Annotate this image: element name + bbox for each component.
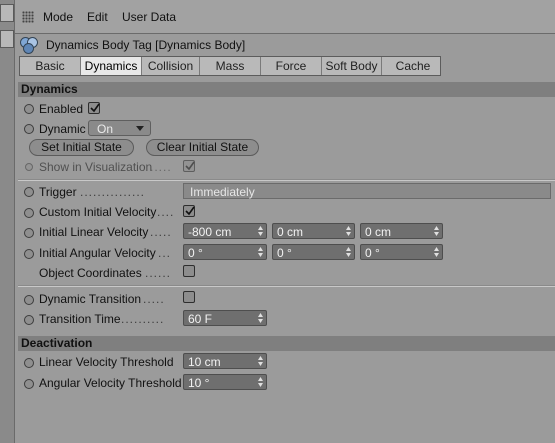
- linear-velocity-y-value: 0 cm: [277, 225, 304, 239]
- initial-angular-velocity-dots: ...: [158, 246, 172, 260]
- stepper-arrows-icon[interactable]: [434, 247, 439, 257]
- section-deactivation-header: Deactivation: [18, 336, 555, 351]
- menu-edit[interactable]: Edit: [87, 10, 108, 24]
- linear-velocity-x-value: -800 cm: [188, 225, 232, 239]
- stepper-arrows-icon[interactable]: [258, 226, 263, 236]
- stepper-arrows-icon[interactable]: [258, 313, 263, 323]
- transition-time-field[interactable]: 60 F: [183, 310, 267, 326]
- checkmark-icon: [185, 206, 195, 216]
- object-coordinates-dots: ......: [145, 266, 172, 280]
- stepper-arrows-icon[interactable]: [346, 247, 351, 257]
- show-in-visualization-dots: .....: [150, 160, 172, 174]
- stepper-arrows-icon[interactable]: [258, 247, 263, 257]
- enabled-checkbox[interactable]: [88, 102, 100, 114]
- checkmark-icon: [185, 161, 195, 171]
- angular-velocity-threshold-value: 10 °: [188, 376, 210, 390]
- dynamics-body-tag-icon: [20, 37, 40, 54]
- left-toolbar-strip: [0, 0, 15, 443]
- initial-linear-velocity-label: Initial Linear Velocity: [39, 225, 149, 239]
- custom-initial-velocity-animate-radio[interactable]: [24, 208, 34, 218]
- angular-velocity-threshold-label: Angular Velocity Threshold: [39, 376, 182, 390]
- initial-linear-velocity-animate-radio[interactable]: [24, 228, 34, 238]
- trigger-value: Immediately: [190, 185, 255, 199]
- angular-velocity-z-field[interactable]: 0 °: [360, 244, 443, 260]
- enabled-label: Enabled: [39, 102, 84, 116]
- dynamic-dropdown[interactable]: On: [88, 120, 151, 136]
- clear-initial-state-button[interactable]: Clear Initial State: [146, 139, 259, 156]
- trigger-dropdown[interactable]: Immediately: [183, 183, 551, 199]
- linear-velocity-threshold-field[interactable]: 10 cm: [183, 353, 267, 369]
- angular-velocity-x-value: 0 °: [188, 246, 203, 260]
- show-in-visualization-label: Show in Visualization: [39, 160, 153, 174]
- enabled-animate-radio[interactable]: [24, 104, 34, 114]
- left-toolbar-button[interactable]: [0, 4, 14, 22]
- stepper-arrows-icon[interactable]: [346, 226, 351, 236]
- chevron-down-icon: [136, 126, 144, 131]
- tab-basic[interactable]: Basic: [20, 57, 81, 75]
- divider: [18, 179, 555, 181]
- stepper-arrows-icon[interactable]: [258, 356, 263, 366]
- tab-mass[interactable]: Mass: [200, 57, 261, 75]
- grip-icon[interactable]: [22, 11, 34, 23]
- custom-initial-velocity-checkbox[interactable]: [183, 205, 195, 217]
- custom-initial-velocity-label: Custom Initial Velocity: [39, 205, 157, 219]
- menu-mode[interactable]: Mode: [43, 10, 73, 24]
- linear-velocity-y-field[interactable]: 0 cm: [272, 223, 355, 239]
- object-coordinates-label: Object Coordinates: [39, 266, 142, 280]
- dynamic-transition-label: Dynamic Transition: [39, 292, 142, 306]
- linear-velocity-z-value: 0 cm: [365, 225, 392, 239]
- menu-user-data[interactable]: User Data: [122, 10, 176, 24]
- initial-angular-velocity-label: Initial Angular Velocity: [39, 246, 156, 260]
- angular-velocity-threshold-field[interactable]: 10 °: [183, 374, 267, 390]
- menu-bar: Mode Edit User Data: [15, 0, 555, 34]
- angular-velocity-threshold-animate-radio[interactable]: [24, 379, 34, 389]
- angular-velocity-z-value: 0 °: [365, 246, 380, 260]
- transition-time-dots: ..........: [121, 312, 165, 326]
- dynamic-label: Dynamic: [39, 122, 86, 136]
- transition-time-animate-radio[interactable]: [24, 315, 34, 325]
- tab-soft-body[interactable]: Soft Body: [322, 57, 382, 75]
- tab-dynamics[interactable]: Dynamics: [81, 57, 142, 75]
- object-coordinates-checkbox[interactable]: [183, 265, 195, 277]
- linear-velocity-x-field[interactable]: -800 cm: [183, 223, 267, 239]
- dynamic-animate-radio[interactable]: [24, 124, 34, 134]
- page-title: Dynamics Body Tag [Dynamics Body]: [46, 38, 246, 52]
- linear-velocity-z-field[interactable]: 0 cm: [360, 223, 443, 239]
- tab-bar: Basic Dynamics Collision Mass Force Soft…: [19, 56, 441, 76]
- section-dynamics-header: Dynamics: [18, 82, 555, 97]
- left-toolbar-layout-button[interactable]: [0, 30, 14, 48]
- transition-time-label: Transition Time: [39, 312, 121, 326]
- checkmark-icon: [90, 103, 100, 113]
- divider: [18, 285, 555, 287]
- trigger-animate-radio[interactable]: [24, 187, 34, 197]
- angular-velocity-y-field[interactable]: 0 °: [272, 244, 355, 260]
- custom-initial-velocity-dots: ....: [157, 205, 175, 219]
- transition-time-value: 60 F: [188, 312, 213, 326]
- tab-collision[interactable]: Collision: [142, 57, 200, 75]
- angular-velocity-x-field[interactable]: 0 °: [183, 244, 267, 260]
- show-visualization-animate-radio[interactable]: [25, 163, 33, 171]
- dynamic-value: On: [97, 122, 114, 136]
- show-in-visualization-checkbox[interactable]: [183, 160, 195, 172]
- linear-velocity-threshold-value: 10 cm: [188, 355, 221, 369]
- stepper-arrows-icon[interactable]: [434, 226, 439, 236]
- angular-velocity-y-value: 0 °: [277, 246, 292, 260]
- tab-force[interactable]: Force: [261, 57, 322, 75]
- initial-angular-velocity-animate-radio[interactable]: [24, 249, 34, 259]
- dynamic-transition-dots: .....: [143, 292, 165, 306]
- initial-linear-velocity-dots: .....: [150, 225, 172, 239]
- linear-velocity-threshold-label: Linear Velocity Threshold: [39, 355, 174, 369]
- tab-cache[interactable]: Cache: [382, 57, 444, 75]
- dynamic-transition-checkbox[interactable]: [183, 291, 195, 303]
- linear-velocity-threshold-animate-radio[interactable]: [24, 358, 34, 368]
- trigger-label: Trigger: [39, 185, 77, 199]
- set-initial-state-button[interactable]: Set Initial State: [29, 139, 134, 156]
- dynamic-transition-animate-radio[interactable]: [24, 295, 34, 305]
- stepper-arrows-icon[interactable]: [258, 377, 263, 387]
- trigger-dots: ...............: [80, 185, 146, 199]
